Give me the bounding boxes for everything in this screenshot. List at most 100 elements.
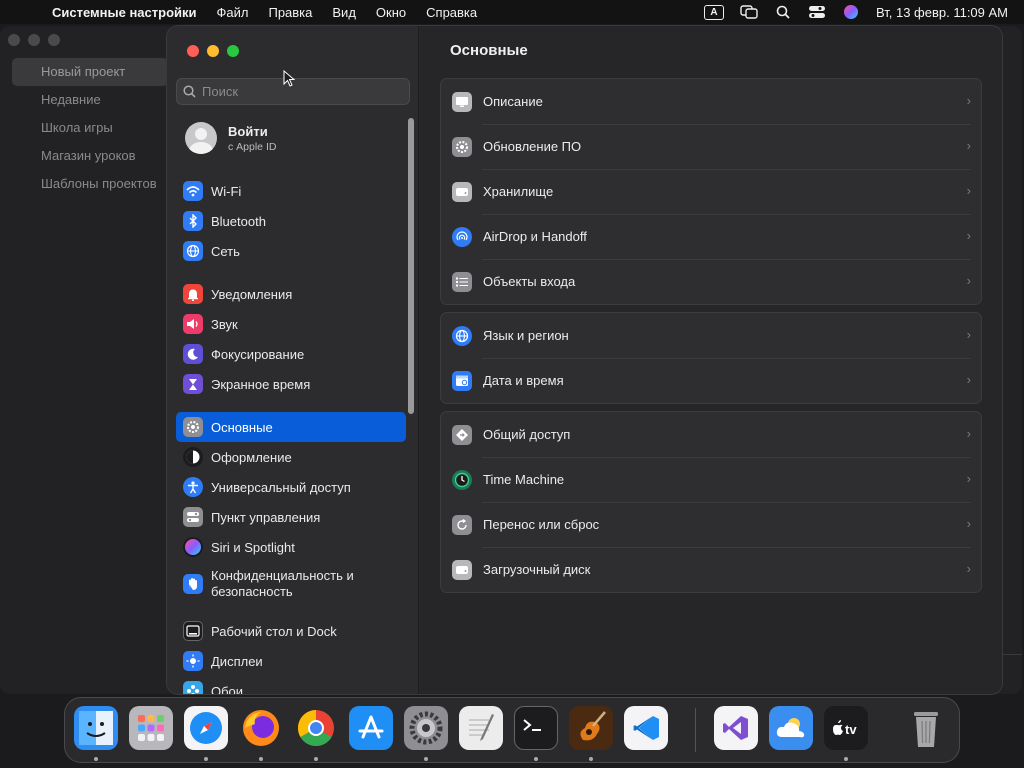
chrome-icon[interactable]: [294, 706, 338, 750]
menu-edit[interactable]: Правка: [268, 5, 312, 20]
spotlight-search-icon[interactable]: [774, 4, 792, 20]
row-software-update[interactable]: Обновление ПО ›: [441, 124, 981, 169]
sidebar-item-notifications[interactable]: Уведомления: [176, 279, 406, 309]
network-globe-icon: [183, 241, 203, 261]
menubar-clock[interactable]: Вт, 13 февр. 11:09 AM: [876, 5, 1008, 20]
notifications-bell-icon: [183, 284, 203, 304]
finder-icon[interactable]: [74, 706, 118, 750]
menu-help[interactable]: Справка: [426, 5, 477, 20]
sidebar-item-screen-time[interactable]: Экранное время: [176, 369, 406, 399]
sidebar-item-desktop-dock[interactable]: Рабочий стол и Dock: [176, 616, 406, 646]
bg-item-lessons[interactable]: Магазин уроков: [12, 142, 168, 170]
sound-speaker-icon: [183, 314, 203, 334]
input-source-icon[interactable]: A: [703, 4, 724, 20]
settings-group-1: Описание › Обновление ПО › Хранилище › A…: [440, 78, 982, 305]
sidebar-item-general[interactable]: Основные: [176, 412, 406, 442]
bg-minimize-icon[interactable]: [28, 34, 40, 46]
row-transfer-reset[interactable]: Перенос или сброс ›: [441, 502, 981, 547]
sidebar-item-label: Рабочий стол и Dock: [211, 623, 337, 639]
sidebar-item-network[interactable]: Сеть: [176, 236, 406, 266]
siri-menubar-icon[interactable]: [842, 4, 860, 20]
signin-label: Войти: [228, 123, 268, 139]
sidebar-scrollbar[interactable]: [408, 118, 414, 414]
screen-mirroring-icon[interactable]: [740, 4, 758, 20]
sidebar-item-label: Уведомления: [211, 286, 293, 302]
app-store-icon[interactable]: [349, 706, 393, 750]
row-airdrop-handoff[interactable]: AirDrop и Handoff ›: [441, 214, 981, 259]
sidebar-item-wallpaper[interactable]: Обои: [176, 676, 406, 694]
apple-tv-icon[interactable]: tv: [824, 706, 868, 750]
window-controls: [187, 45, 239, 57]
terminal-icon[interactable]: [514, 706, 558, 750]
control-center-toggle-icon[interactable]: [808, 4, 826, 20]
firefox-icon[interactable]: [239, 706, 283, 750]
minimize-button[interactable]: [207, 45, 219, 57]
vscode-icon[interactable]: [624, 706, 668, 750]
row-label: Дата и время: [483, 373, 564, 388]
row-startup-disk[interactable]: Загрузочный диск ›: [441, 547, 981, 592]
bg-zoom-icon[interactable]: [48, 34, 60, 46]
row-date-time[interactable]: Дата и время ›: [441, 358, 981, 403]
row-storage[interactable]: Хранилище ›: [441, 169, 981, 214]
startup-disk-icon: [452, 559, 472, 580]
row-label: Описание: [483, 94, 543, 109]
row-time-machine[interactable]: Time Machine ›: [441, 457, 981, 502]
row-label: Перенос или сброс: [483, 517, 600, 532]
garageband-icon[interactable]: [569, 706, 613, 750]
close-button[interactable]: [187, 45, 199, 57]
launchpad-icon[interactable]: [129, 706, 173, 750]
system-settings-window: Войти с Apple ID Wi-Fi Bluetooth: [167, 26, 1002, 694]
menu-window[interactable]: Окно: [376, 5, 406, 20]
sidebar-item-sound[interactable]: Звук: [176, 309, 406, 339]
safari-icon[interactable]: [184, 706, 228, 750]
visual-studio-icon[interactable]: [714, 706, 758, 750]
sidebar-item-siri-spotlight[interactable]: Siri и Spotlight: [176, 532, 406, 562]
airdrop-icon: [452, 226, 472, 247]
bg-item-templates[interactable]: Шаблоны проектов: [12, 170, 168, 198]
settings-group-2: Язык и регион › Дата и время ›: [440, 312, 982, 404]
sidebar-item-wifi[interactable]: Wi-Fi: [176, 176, 406, 206]
sidebar-item-label: Пункт управления: [211, 509, 321, 525]
zoom-button[interactable]: [227, 45, 239, 57]
weather-icon[interactable]: [769, 706, 813, 750]
bg-item-recent[interactable]: Недавние: [12, 86, 168, 114]
system-settings-icon[interactable]: [404, 706, 448, 750]
bg-close-icon[interactable]: [8, 34, 20, 46]
sidebar-item-control-center[interactable]: Пункт управления: [176, 502, 406, 532]
sidebar-item-displays[interactable]: Дисплеи: [176, 646, 406, 676]
row-label: Time Machine: [483, 472, 565, 487]
chevron-right-icon: ›: [966, 516, 971, 531]
row-about[interactable]: Описание ›: [441, 79, 981, 124]
chevron-right-icon: ›: [966, 183, 971, 198]
sidebar-item-label: Дисплеи: [211, 653, 263, 669]
sidebar-item-privacy[interactable]: Конфиденциальность и безопасность: [176, 562, 406, 606]
row-login-items[interactable]: Объекты входа ›: [441, 259, 981, 304]
privacy-hand-icon: [183, 574, 203, 594]
menu-file[interactable]: Файл: [217, 5, 249, 20]
row-language-region[interactable]: Язык и регион ›: [441, 313, 981, 358]
row-label: AirDrop и Handoff: [483, 229, 587, 244]
bg-item-school[interactable]: Школа игры: [12, 114, 168, 142]
sidebar-item-appearance[interactable]: Оформление: [176, 442, 406, 472]
sidebar: Войти с Apple ID Wi-Fi Bluetooth: [167, 26, 419, 694]
control-center-icon: [183, 507, 203, 527]
sidebar-item-accessibility[interactable]: Универсальный доступ: [176, 472, 406, 502]
menu-view[interactable]: Вид: [332, 5, 356, 20]
menu-app-name[interactable]: Системные настройки: [52, 5, 197, 20]
sidebar-item-label: Экранное время: [211, 376, 311, 392]
row-sharing[interactable]: Общий доступ ›: [441, 412, 981, 457]
textedit-icon[interactable]: [459, 706, 503, 750]
page-title: Основные: [450, 42, 528, 59]
trash-icon[interactable]: [904, 706, 948, 750]
apple-id-signin[interactable]: Войти с Apple ID: [185, 122, 276, 154]
chevron-right-icon: ›: [966, 93, 971, 108]
chevron-right-icon: ›: [966, 228, 971, 243]
language-globe-icon: [452, 325, 472, 346]
search-input[interactable]: [202, 84, 392, 99]
row-label: Загрузочный диск: [483, 562, 591, 577]
sidebar-item-bluetooth[interactable]: Bluetooth: [176, 206, 406, 236]
row-label: Обновление ПО: [483, 139, 582, 154]
menu-bar: Системные настройки Файл Правка Вид Окно…: [0, 0, 1024, 24]
sidebar-item-focus[interactable]: Фокусирование: [176, 339, 406, 369]
bg-item-new-project[interactable]: Новый проект: [12, 58, 168, 86]
